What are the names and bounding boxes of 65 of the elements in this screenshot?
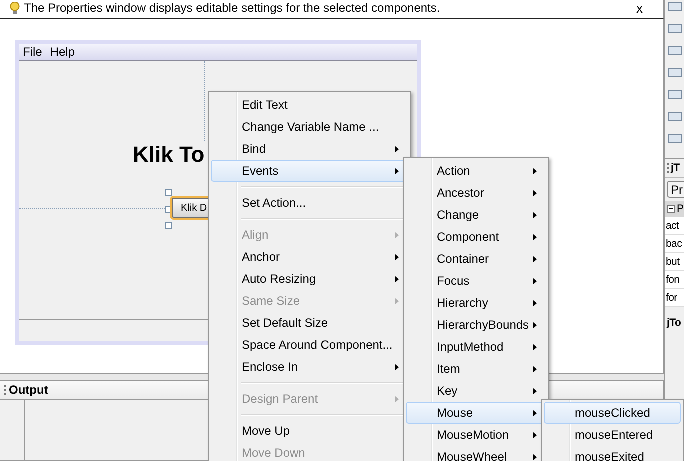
menu-item[interactable]: Change Variable Name ...: [211, 116, 408, 138]
palette-component-icon[interactable]: [668, 24, 682, 33]
submenu-arrow-icon: [533, 256, 537, 262]
palette-component-icon[interactable]: [668, 112, 682, 121]
menu-item[interactable]: Component: [406, 226, 546, 248]
section-title: P: [677, 203, 684, 215]
submenu-arrow-icon: [533, 344, 537, 350]
menu-item[interactable]: InputMethod: [406, 336, 546, 358]
menu-item[interactable]: Hierarchy: [406, 292, 546, 314]
menu-item[interactable]: mouseExited: [544, 446, 681, 461]
submenu-arrow-icon: [395, 298, 399, 304]
submenu-arrow-icon: [533, 366, 537, 372]
submenu-arrow-icon: [533, 454, 537, 460]
submenu-arrow-icon: [533, 278, 537, 284]
submenu-arrow-icon: [533, 432, 537, 438]
menu-item[interactable]: Focus: [406, 270, 546, 292]
palette-component-icon[interactable]: [668, 90, 682, 99]
menu-item[interactable]: Change: [406, 204, 546, 226]
property-name: fon: [666, 274, 680, 286]
submenu-arrow-icon: [395, 396, 399, 402]
palette-component-icon[interactable]: [668, 46, 682, 55]
menu-item[interactable]: Container: [406, 248, 546, 270]
submenu-arrow-icon: [533, 388, 537, 394]
submenu-arrow-icon: [533, 190, 537, 196]
submenu-arrow-icon: [395, 276, 399, 282]
property-name: for: [666, 292, 678, 304]
property-name: bac: [666, 238, 682, 250]
close-button[interactable]: x: [626, 0, 653, 16]
property-name: but: [666, 256, 680, 268]
panel-title: jTo: [667, 317, 682, 329]
menu-item[interactable]: Edit Text: [211, 94, 408, 116]
submenu-arrow-icon: [533, 234, 537, 240]
submenu-arrow-icon: [533, 322, 537, 328]
menu-item[interactable]: mouseClicked: [544, 402, 681, 424]
submenu-arrow-icon: [395, 168, 399, 174]
form-title: Klik To: [133, 142, 205, 168]
palette-component-icon[interactable]: [668, 2, 682, 11]
submenu-arrow-icon: [533, 168, 537, 174]
menu-bar-item[interactable]: Help: [50, 45, 76, 59]
menu-item[interactable]: Ancestor: [406, 182, 546, 204]
properties-tab[interactable]: Pr: [667, 181, 684, 198]
resize-handle[interactable]: [165, 222, 172, 229]
menu-item[interactable]: Bind: [211, 138, 408, 160]
output-title[interactable]: Output: [9, 383, 48, 397]
menu-item[interactable]: Action: [406, 160, 546, 182]
menu-item[interactable]: Item: [406, 358, 546, 380]
submenu-arrow-icon: [533, 300, 537, 306]
menu-item[interactable]: Key: [406, 380, 546, 402]
submenu-arrow-icon: [533, 212, 537, 218]
palette-component-icon[interactable]: [668, 134, 682, 143]
resize-handle[interactable]: [165, 189, 172, 196]
submenu-arrow-icon: [533, 410, 537, 416]
hint-text: The Properties window displays editable settings for the selected components.: [24, 1, 442, 15]
property-name: act: [666, 220, 680, 232]
lightbulb-icon: [10, 2, 20, 14]
panel-title: jT: [671, 162, 680, 174]
menu-item[interactable]: mouseEntered: [544, 424, 681, 446]
menu-bar-item[interactable]: File: [23, 45, 42, 59]
menu-item[interactable]: HierarchyBounds: [406, 314, 546, 336]
submenu-arrow-icon: [395, 232, 399, 238]
submenu-arrow-icon: [395, 364, 399, 370]
submenu-arrow-icon: [395, 146, 399, 152]
collapse-icon[interactable]: [667, 205, 675, 213]
submenu-arrow-icon: [395, 254, 399, 260]
palette-component-icon[interactable]: [668, 68, 682, 77]
